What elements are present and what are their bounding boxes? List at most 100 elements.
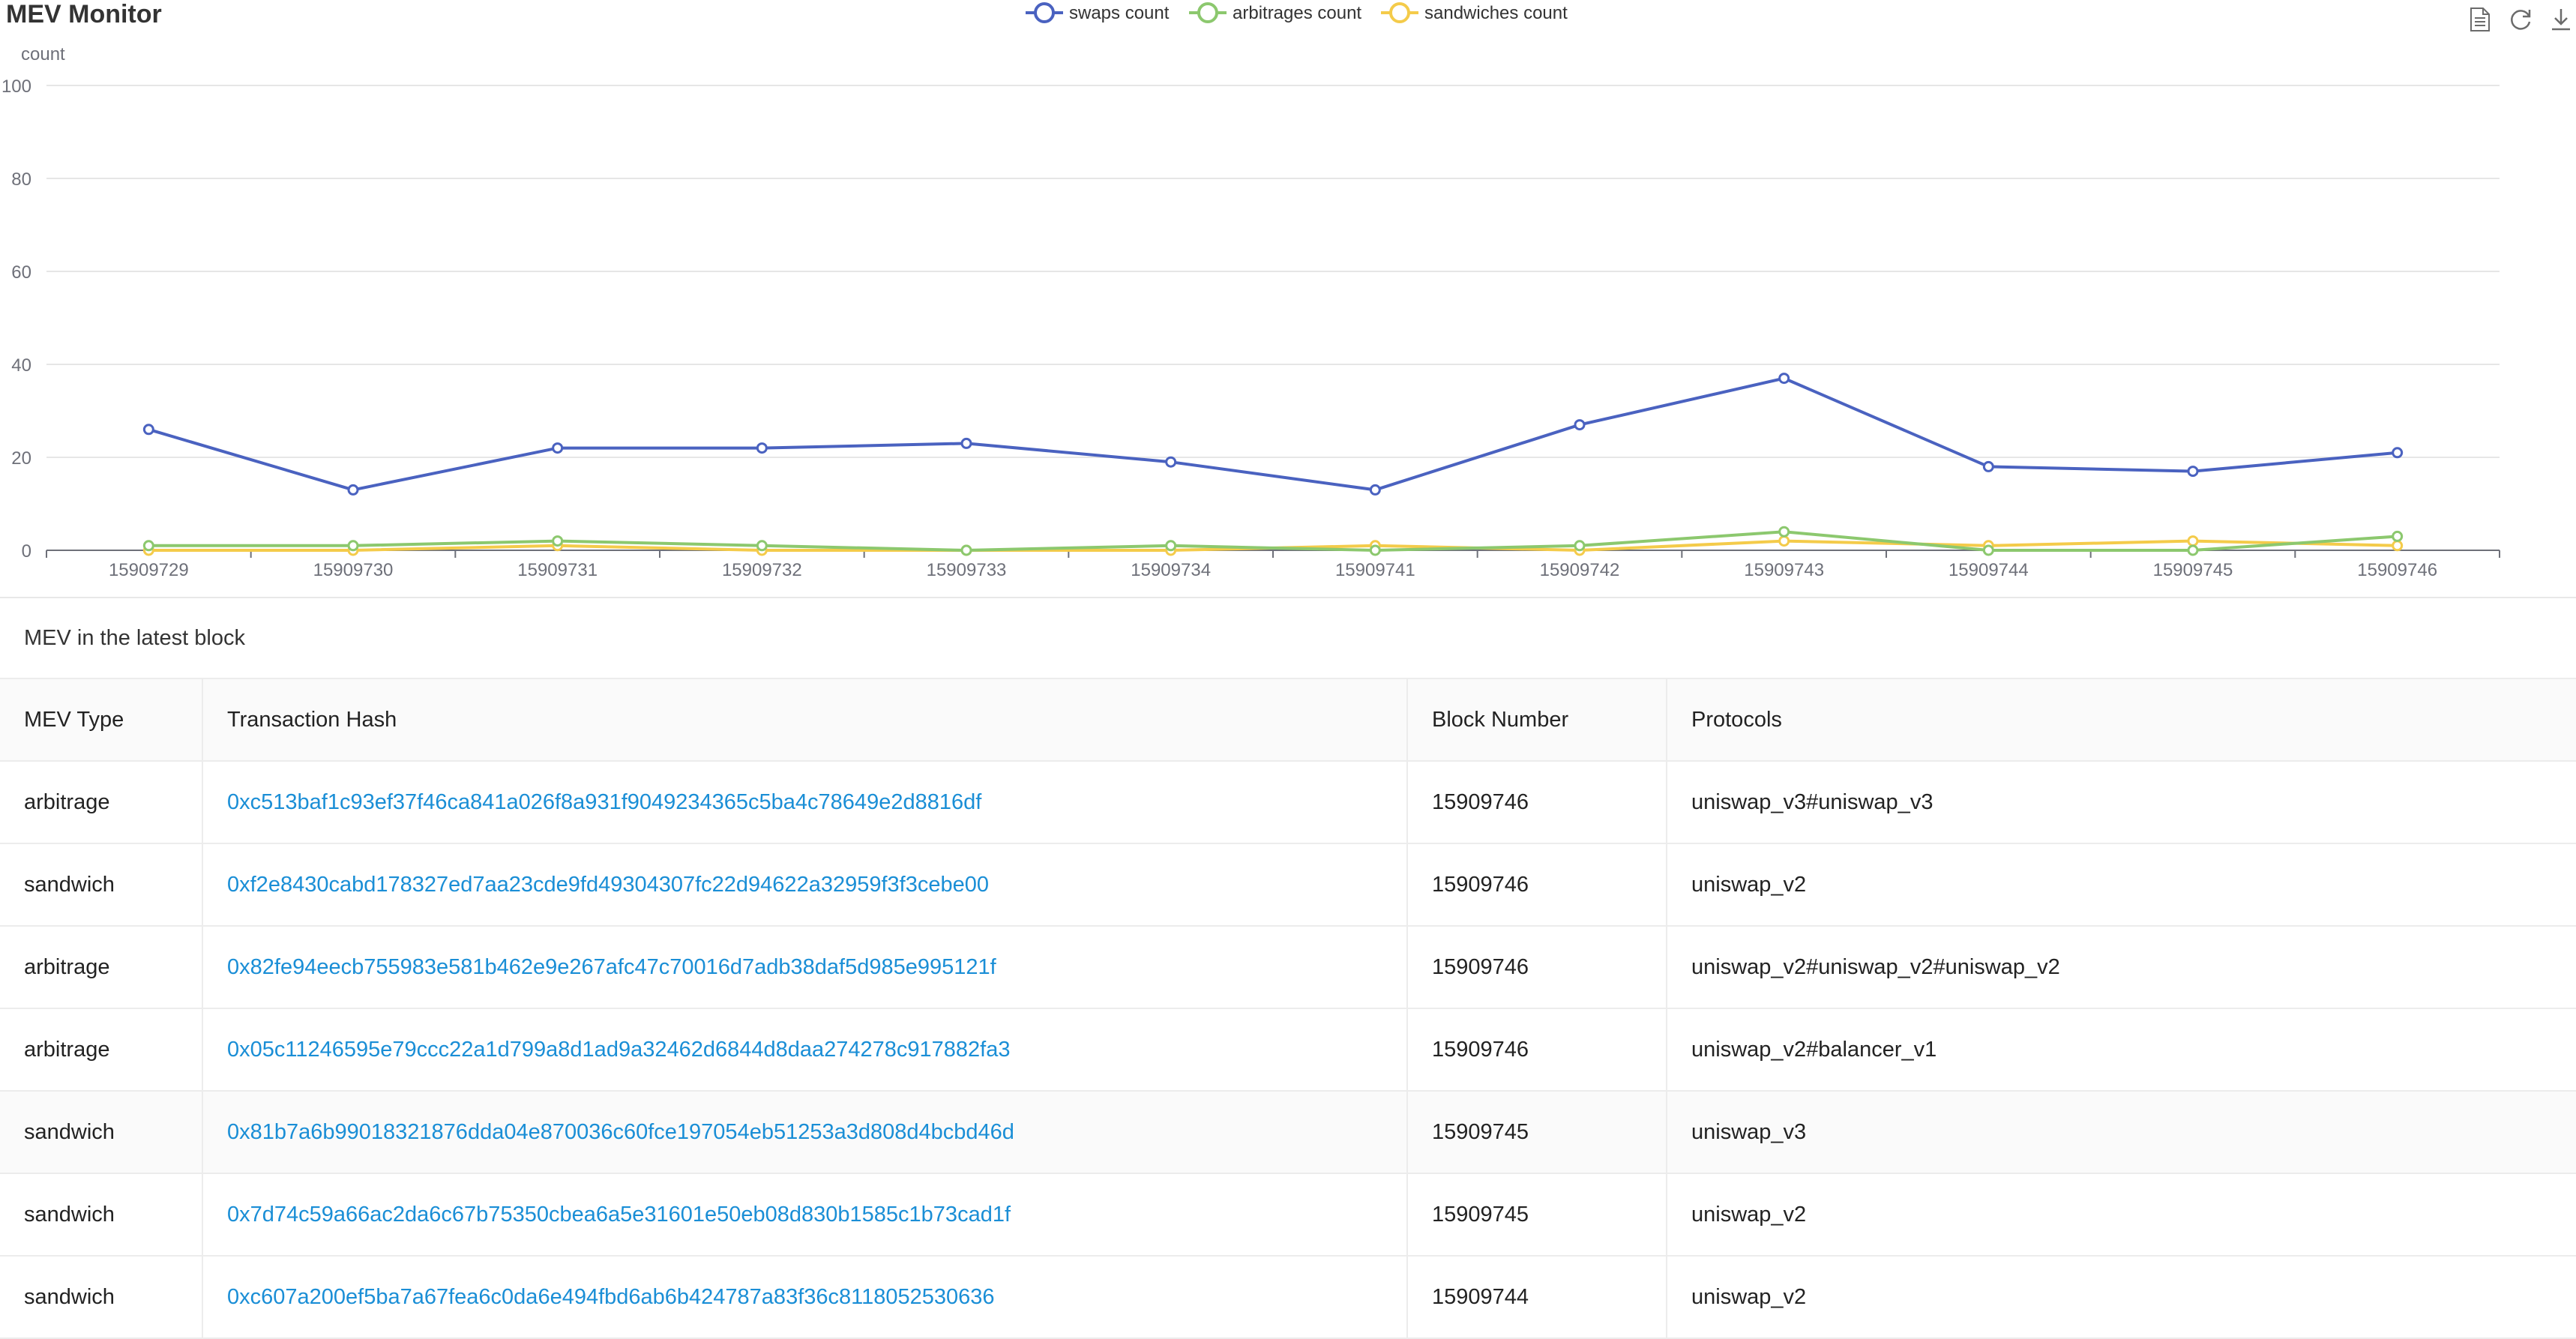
column-header-protocols: Protocols <box>1666 678 2576 762</box>
transaction-hash-cell: 0x05c11246595e79ccc22a1d799a8d1ad9a32462… <box>202 1008 1407 1092</box>
data-point <box>1982 544 1994 556</box>
transaction-hash-cell: 0xc607a200ef5ba7a67fea6c0da6e494fbd6ab6b… <box>202 1256 1407 1339</box>
y-tick-label: 40 <box>11 355 31 376</box>
block-number-cell: 15909746 <box>1406 761 1667 844</box>
block-number-cell: 15909746 <box>1406 1008 1667 1092</box>
data-point <box>1574 419 1586 431</box>
y-tick-label: 20 <box>11 448 31 469</box>
block-number-cell: 15909746 <box>1406 843 1667 927</box>
x-tick-label: 15909733 <box>927 560 1007 580</box>
legend-label: sandwiches count <box>1424 3 1568 23</box>
table-row: arbitrage 0x05c11246595e79ccc22a1d799a8d… <box>0 1008 2576 1092</box>
protocols-cell: uniswap_v3#uniswap_v3 <box>1666 761 2576 844</box>
x-tick-label: 15909741 <box>1335 560 1415 580</box>
x-tick-label: 15909745 <box>2153 560 2233 580</box>
transaction-hash-link[interactable]: 0x05c11246595e79ccc22a1d799a8d1ad9a32462… <box>227 1038 1010 1062</box>
y-tick-label: 100 <box>1 76 31 97</box>
legend-label: arbitrages count <box>1233 3 1361 23</box>
block-number-cell: 15909746 <box>1406 926 1667 1009</box>
transaction-hash-link[interactable]: 0xc607a200ef5ba7a67fea6c0da6e494fbd6ab6b… <box>227 1285 995 1309</box>
data-point <box>1369 544 1381 556</box>
table-header-row: MEV Type Transaction Hash Block Number P… <box>0 678 2576 762</box>
column-header-block-number: Block Number <box>1406 678 1667 762</box>
legend-label: swaps count <box>1069 3 1170 23</box>
data-point <box>1982 460 1994 472</box>
block-number-cell: 15909745 <box>1406 1091 1667 1174</box>
data-point <box>2187 544 2199 556</box>
x-tick-label: 15909742 <box>1540 560 1620 580</box>
x-tick-label: 15909730 <box>313 560 394 580</box>
transaction-hash-cell: 0xf2e8430cabd178327ed7aa23cde9fd49304307… <box>202 843 1407 927</box>
data-point <box>960 544 972 556</box>
data-point <box>142 540 154 552</box>
mev-table: MEV Type Transaction Hash Block Number P… <box>0 678 2576 1339</box>
table-row: sandwich 0xf2e8430cabd178327ed7aa23cde9f… <box>0 843 2576 927</box>
transaction-hash-cell: 0x7d74c59a66ac2da6c67b75350cbea6a5e31601… <box>202 1173 1407 1257</box>
series-line <box>148 376 2398 492</box>
transaction-hash-link[interactable]: 0x7d74c59a66ac2da6c67b75350cbea6a5e31601… <box>227 1203 1011 1227</box>
x-tick-label: 15909734 <box>1131 560 1211 580</box>
data-point <box>142 424 154 436</box>
transaction-hash-cell: 0xc513baf1c93ef37f46ca841a026f8a931f9049… <box>202 761 1407 844</box>
legend-marker <box>1034 2 1055 23</box>
table-title: MEV in the latest block <box>0 597 2576 678</box>
transaction-hash-cell: 0x81b7a6b99018321876dda04e870036c60fce19… <box>202 1091 1407 1174</box>
data-view-icon[interactable] <box>2465 4 2495 34</box>
mev-type-cell: sandwich <box>0 1256 202 1339</box>
x-tick-label: 15909744 <box>1948 560 2029 580</box>
x-tick-label: 15909746 <box>2357 560 2437 580</box>
legend-marker <box>1389 2 1410 23</box>
column-header-mev-type: MEV Type <box>0 678 202 762</box>
data-point <box>1574 540 1586 552</box>
y-tick-label: 0 <box>22 541 31 562</box>
x-tick-label: 15909743 <box>1744 560 1824 580</box>
data-point <box>756 540 768 552</box>
data-point <box>1165 456 1177 468</box>
x-tick-label: 15909729 <box>109 560 189 580</box>
table-row: sandwich 0x7d74c59a66ac2da6c67b75350cbea… <box>0 1173 2576 1257</box>
table-row: sandwich 0xc607a200ef5ba7a67fea6c0da6e49… <box>0 1256 2576 1339</box>
data-point <box>552 442 564 454</box>
data-point <box>960 437 972 449</box>
data-point <box>2392 540 2404 552</box>
chart-toolbox <box>2465 4 2576 34</box>
transaction-hash-link[interactable]: 0xf2e8430cabd178327ed7aa23cde9fd49304307… <box>227 873 989 897</box>
protocols-cell: uniswap_v2#uniswap_v2#uniswap_v2 <box>1666 926 2576 1009</box>
restore-icon[interactable] <box>2506 4 2536 34</box>
data-point <box>1778 535 1790 547</box>
transaction-hash-link[interactable]: 0xc513baf1c93ef37f46ca841a026f8a931f9049… <box>227 790 981 814</box>
mev-chart: MEV Monitor 0 20 40 60 80 100 count 15909729 1590… <box>0 0 2576 600</box>
protocols-cell: uniswap_v2#balancer_v1 <box>1666 1008 2576 1092</box>
data-point <box>347 540 359 552</box>
line-chart: MEV Monitor 0 20 40 60 80 100 count 15909729 1590… <box>1 0 2500 580</box>
save-image-icon[interactable] <box>2546 4 2576 34</box>
data-point <box>2187 466 2199 478</box>
column-header-transaction-hash: Transaction Hash <box>202 678 1407 762</box>
mev-type-cell: sandwich <box>0 1091 202 1174</box>
protocols-cell: uniswap_v2 <box>1666 1173 2576 1257</box>
transaction-hash-link[interactable]: 0x82fe94eecb755983e581b462e9e267afc47c70… <box>227 955 996 979</box>
mev-type-cell: arbitrage <box>0 926 202 1009</box>
protocols-cell: uniswap_v2 <box>1666 843 2576 927</box>
data-point <box>552 535 564 547</box>
data-point <box>1778 526 1790 538</box>
data-point <box>2392 447 2404 459</box>
data-point <box>756 442 768 454</box>
transaction-hash-link[interactable]: 0x81b7a6b99018321876dda04e870036c60fce19… <box>227 1120 1014 1144</box>
table-row: arbitrage 0x82fe94eecb755983e581b462e9e2… <box>0 926 2576 1009</box>
data-point <box>2187 535 2199 547</box>
data-point <box>1778 373 1790 385</box>
protocols-cell: uniswap_v2 <box>1666 1256 2576 1339</box>
block-number-cell: 15909745 <box>1406 1173 1667 1257</box>
mev-type-cell: arbitrage <box>0 761 202 844</box>
mev-type-cell: sandwich <box>0 843 202 927</box>
transaction-hash-cell: 0x82fe94eecb755983e581b462e9e267afc47c70… <box>202 926 1407 1009</box>
data-point <box>1165 540 1177 552</box>
legend-marker <box>1197 2 1218 23</box>
x-tick-label: 15909732 <box>722 560 802 580</box>
data-point <box>347 484 359 496</box>
y-tick-label: 80 <box>11 169 31 190</box>
table-row: sandwich 0x81b7a6b99018321876dda04e87003… <box>0 1091 2576 1174</box>
page-title: MEV Monitor <box>6 0 162 28</box>
data-point <box>2392 530 2404 542</box>
